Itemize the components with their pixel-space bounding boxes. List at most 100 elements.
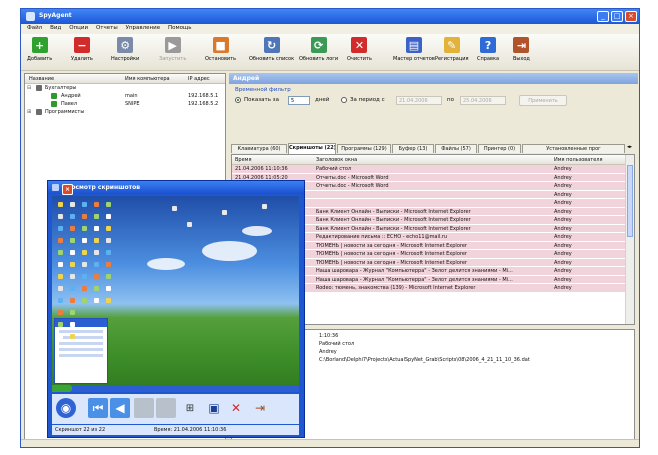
tab-screenshots[interactable]: Скриншоты (22) (288, 143, 336, 154)
register-icon: ✎ (443, 37, 460, 53)
toolbar-button-8[interactable]: ▤ Мастер отчетов (393, 37, 435, 67)
play-icon[interactable]: ◉ (56, 398, 76, 418)
maximize-button[interactable]: □ (611, 11, 623, 22)
toolbar-button-11[interactable]: ⇥ Выход (513, 37, 530, 67)
grid-cell-user: Andrey (554, 217, 572, 223)
desktop-icon (82, 226, 87, 231)
desktop-icon (94, 226, 99, 231)
page: SpyAgent _ □ × Файл Вид Опции Отчеты Упр… (0, 0, 658, 455)
desktop-icon (82, 250, 87, 255)
period-radio[interactable] (341, 97, 347, 103)
toolbar-button-6[interactable]: ⟳ Обновить логи (299, 37, 338, 67)
exit-viewer-icon[interactable]: ⇥ (250, 398, 270, 418)
last-icon[interactable] (156, 398, 176, 418)
tab-keyboard[interactable]: Клавиатура (60) (231, 144, 287, 153)
toolbar-button-1[interactable]: − Удалить (71, 37, 93, 67)
desktop-icon (94, 262, 99, 267)
apply-button[interactable]: Применить (519, 95, 567, 106)
toolbar-button-label: Справка (477, 56, 500, 62)
menu-file[interactable]: Файл (27, 25, 42, 31)
desktop-icon (70, 214, 75, 219)
tree-row-label: Бухгалтеры (45, 85, 77, 91)
toolbar-button-0[interactable]: + Добавить (27, 37, 52, 67)
desktop-icon (70, 250, 75, 255)
grid-row[interactable]: 21.04.2006 11:10:36 Рабочий стол Andrey (232, 165, 634, 174)
toolbar-button-10[interactable]: ? Справка (477, 37, 499, 67)
grid-cell-user: Andrey (554, 234, 572, 240)
tab-installed[interactable]: Установленные прог (522, 144, 625, 153)
exit-icon: ⇥ (513, 37, 530, 53)
desktop-icon (94, 274, 99, 279)
viewer-title-bar[interactable]: Просмотр скриншотов _ □ × (48, 181, 304, 195)
minimize-button[interactable]: _ (597, 11, 609, 22)
toolbar-button-5[interactable]: ↻ Обновить список (249, 37, 294, 67)
menu-options[interactable]: Опции (69, 25, 88, 31)
title-bar[interactable]: SpyAgent _ □ × (21, 9, 639, 24)
grid-cell-title: Отчеты.doc - Microsoft Word (316, 183, 389, 189)
next-icon[interactable] (134, 398, 154, 418)
desktop-icon (70, 334, 75, 339)
zoom-icon[interactable]: ⊞ (180, 398, 200, 418)
menu-line (59, 336, 103, 339)
toolbar-button-4[interactable]: ■ Остановить (205, 37, 236, 67)
toolbar-button-label: Обновить список (249, 56, 295, 62)
toolbar-button-9[interactable]: ✎ Регистрация (435, 37, 469, 67)
toolbar-button-label: Удалить (71, 56, 93, 62)
menu-help[interactable]: Помощь (168, 25, 191, 31)
tree-col-name[interactable]: Название (29, 76, 54, 82)
toolbar-button-2[interactable]: ⚙ Настройки (111, 37, 139, 67)
expand-icon[interactable]: ⊟ (27, 85, 31, 91)
tree-col-computer[interactable]: Имя компьютера (125, 76, 170, 82)
tab-printer[interactable]: Принтер (0) (478, 144, 521, 153)
tab-files[interactable]: Файлы (57) (435, 144, 477, 153)
grid-cell-title: ТЮМЕНЬ | новости за сегодня - Microsoft … (316, 251, 467, 257)
col-title[interactable]: Заголовок окна (316, 157, 357, 163)
tree-row-group[interactable]: ⊞ Программисты (25, 108, 225, 116)
help-icon: ? (480, 37, 497, 53)
scroll-thumb[interactable] (627, 165, 633, 237)
viewer-status-time: Время: 21.04.2006 11:10:36 (154, 427, 227, 433)
close-button[interactable]: × (625, 11, 637, 22)
toolbar-button-label: Обновить логи (299, 56, 339, 62)
date-to-input[interactable]: 25.04.2006 (460, 96, 506, 105)
tab-scroll-icon[interactable]: ◂▸ (627, 144, 632, 150)
first-icon[interactable]: ⏮ (88, 398, 108, 418)
app-icon (26, 12, 35, 21)
menu-reports[interactable]: Отчеты (96, 25, 118, 31)
tab-programs[interactable]: Программы (129) (337, 144, 391, 153)
grid-header: Время Заголовок окна Имя пользователя (232, 155, 634, 165)
col-time[interactable]: Время (235, 157, 251, 163)
grid-cell-title: ТЮМЕНЬ | новости за сегодня - Microsoft … (316, 242, 467, 249)
save-icon[interactable]: ▣ (204, 398, 224, 418)
detail-time: 1:10:36 (319, 333, 339, 339)
viewer-close-button[interactable]: × (62, 184, 73, 195)
tab-clipboard[interactable]: Буфер (13) (392, 144, 434, 153)
tree-row-pc[interactable]: Павел SNIPE 192.168.5.2 (25, 100, 225, 108)
desktop-icon (82, 274, 87, 279)
col-user[interactable]: Имя пользователя (554, 157, 603, 163)
screenshot-preview (52, 196, 299, 392)
menu-view[interactable]: Вид (50, 25, 61, 31)
desktop-icon (58, 250, 63, 255)
toolbar-button-3[interactable]: ▶ Запустить (159, 37, 186, 67)
tree-row-ip: 192.168.5.2 (188, 101, 219, 107)
toolbar-button-7[interactable]: ✕ Очистить (347, 37, 372, 67)
tree-row-computer: main (125, 93, 138, 99)
grid-cell-user: Andrey (554, 285, 572, 291)
days-input[interactable]: 5 (288, 96, 310, 105)
grid-scrollbar[interactable] (625, 155, 634, 324)
tree-row-group[interactable]: ⊟ Бухгалтеры (25, 84, 225, 92)
expand-icon[interactable]: ⊞ (27, 109, 31, 115)
show-days-radio[interactable] (235, 97, 241, 103)
desktop-icon (58, 226, 63, 231)
date-from-input[interactable]: 21.04.2006 (396, 96, 442, 105)
desktop-icon (106, 202, 111, 207)
delete-icon[interactable]: ✕ (226, 398, 246, 418)
grid-cell-title: Банк Клиент Онлайн - Выписки - Microsoft… (316, 208, 471, 215)
menu-control[interactable]: Управление (126, 25, 161, 31)
prev-icon[interactable]: ◀ (110, 398, 130, 418)
time-filter: Временной фильтр Показать за 5 дней За п… (231, 85, 635, 133)
menu-line (59, 348, 103, 351)
tree-row-pc[interactable]: Андрей main 192.168.5.1 (25, 92, 225, 100)
tree-col-ip[interactable]: IP адрес (188, 76, 210, 82)
